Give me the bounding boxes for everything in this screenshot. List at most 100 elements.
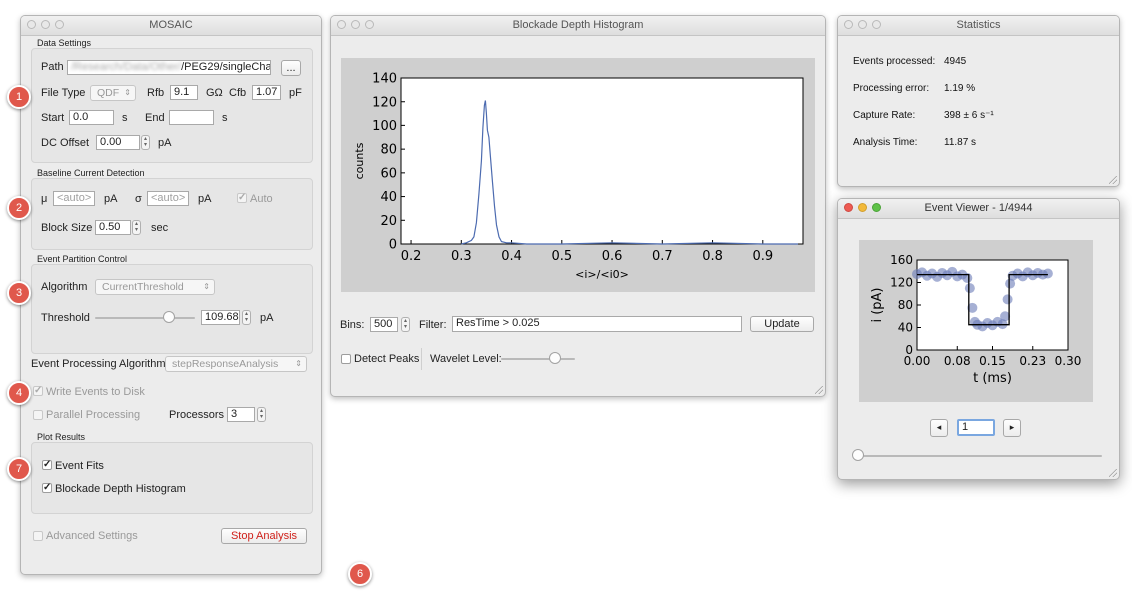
partition-group [31,264,313,354]
rfb-unit: GΩ [206,87,223,99]
advanced-settings-checkbox[interactable] [33,531,43,541]
plot-area [400,77,804,245]
dc-offset-label: DC Offset [41,137,90,149]
x-tick-label: 0.08 [944,354,971,368]
event-index-input[interactable]: 1 [957,419,995,436]
processors-label: Processors [169,409,225,421]
stat-value-events-processed: 4945 [944,56,967,67]
event-slider-track[interactable] [854,455,1102,457]
close-button[interactable] [337,20,346,29]
annotation-badge-1: 1 [7,85,31,109]
zoom-button[interactable] [872,203,881,212]
algorithm-select[interactable]: CurrentThreshold ⇕ [95,279,215,295]
minimize-button[interactable] [41,20,50,29]
y-tick-label: 40 [380,190,397,205]
threshold-unit: pA [260,312,274,324]
partition-title: Event Partition Control [37,254,128,264]
wavelet-slider-track[interactable] [501,358,575,360]
x-tick-label: 0.7 [652,249,673,264]
write-events-label: Write Events to Disk [46,386,145,398]
minimize-button[interactable] [351,20,360,29]
event-viewer-window: Event Viewer - 1/4944 0.00 0.08 0.15 0.23 0.… [837,198,1120,480]
browse-button[interactable]: ... [281,60,301,76]
mu-label: μ [41,193,48,205]
update-button[interactable]: Update [750,316,814,332]
rfb-input[interactable]: 9.1 [170,85,198,100]
x-tick-label: 0.23 [1019,354,1046,368]
x-tick-label: 0.9 [752,249,773,264]
start-label: Start [41,112,65,124]
bins-label: Bins: [340,319,365,331]
algorithm-label: Algorithm [41,281,88,293]
file-type-select[interactable]: QDF ⇕ [90,85,136,101]
resize-grip-icon[interactable] [815,386,823,394]
separator [421,348,422,370]
event-chart: 0.00 0.08 0.15 0.23 0.3004080120160t (ms)i (… [859,240,1093,402]
minimize-button[interactable] [858,20,867,29]
minimize-button[interactable] [858,203,867,212]
y-tick-label: 0 [389,238,397,253]
auto-checkbox[interactable]: ✓ [237,193,247,203]
close-button[interactable] [844,20,853,29]
processing-algorithm-select[interactable]: stepResponseAnalysis ⇕ [165,356,307,372]
histogram-checkbox[interactable]: ✓ [42,483,52,493]
block-size-stepper[interactable]: ▴ ▾ [132,220,141,235]
event-viewer-titlebar: Event Viewer - 1/4944 [838,199,1119,219]
threshold-slider-knob[interactable] [163,311,175,323]
cfb-input[interactable]: 1.07 [252,85,281,100]
processing-algorithm-value: stepResponseAnalysis [172,358,279,370]
advanced-settings-label: Advanced Settings [46,530,138,542]
annotation-badge-6: 6 [348,562,372,586]
histogram-label: Blockade Depth Histogram [55,483,186,495]
rfb-label: Rfb [147,87,165,99]
cfb-unit: pF [289,87,302,99]
x-tick-label: 0.5 [551,249,572,264]
threshold-input[interactable]: 109.68 [201,310,240,325]
write-events-checkbox[interactable]: ✓ [33,386,43,396]
zoom-button[interactable] [55,20,64,29]
wavelet-slider-knob[interactable] [549,352,561,364]
dc-offset-input[interactable]: 0.00 [96,135,140,150]
resize-grip-icon[interactable] [1109,176,1117,184]
histogram-titlebar: Blockade Depth Histogram [331,16,825,36]
filter-input[interactable]: ResTime > 0.025 [452,316,742,332]
baseline-title: Baseline Current Detection [37,168,145,178]
detect-peaks-checkbox[interactable] [341,354,351,364]
next-event-button[interactable]: ▸ [1003,419,1021,437]
mosaic-window: MOSAIC Data Settings Path /Research/Data… [20,15,322,575]
mu-unit: pA [104,193,118,205]
histogram-window: Blockade Depth Histogram 0.2 0.3 0.4 0.5 0.6… [330,15,826,397]
y-tick-label: 40 [898,321,913,335]
processors-input[interactable]: 3 [227,407,255,422]
processors-stepper[interactable]: ▴ ▾ [257,407,266,422]
bins-stepper[interactable]: ▴ ▾ [401,317,410,332]
close-button[interactable] [844,203,853,212]
block-size-unit: sec [151,222,169,234]
threshold-slider-track[interactable] [95,317,195,319]
event-fits-label: Event Fits [55,460,104,472]
threshold-stepper[interactable]: ▴ ▾ [242,310,251,325]
event-slider-knob[interactable] [852,449,864,461]
y-axis-label: i (pA) [870,287,885,322]
path-input[interactable]: /Research/Data/Other//PEG29/singleChan [67,60,271,75]
prev-event-button[interactable]: ◂ [930,419,948,437]
close-button[interactable] [27,20,36,29]
parallel-processing-label: Parallel Processing [46,409,141,421]
x-tick-label: 0.2 [401,249,422,264]
resize-grip-icon[interactable] [1109,469,1117,477]
event-fits-checkbox[interactable]: ✓ [42,460,52,470]
stat-value-capture-rate: 398 ± 6 s⁻¹ [944,110,994,121]
sigma-input[interactable]: <auto> [147,191,189,206]
stop-analysis-button[interactable]: Stop Analysis [221,528,307,544]
dc-offset-stepper[interactable]: ▴ ▾ [141,135,150,150]
start-input[interactable]: 0.0 [69,110,114,125]
zoom-button[interactable] [365,20,374,29]
mu-input[interactable]: <auto> [53,191,95,206]
end-input[interactable] [169,110,214,125]
block-size-input[interactable]: 0.50 [95,220,131,235]
parallel-processing-checkbox[interactable] [33,410,43,420]
annotation-badge-4: 4 [7,381,31,405]
end-label: End [145,112,165,124]
zoom-button[interactable] [872,20,881,29]
bins-input[interactable]: 500 [370,317,398,332]
